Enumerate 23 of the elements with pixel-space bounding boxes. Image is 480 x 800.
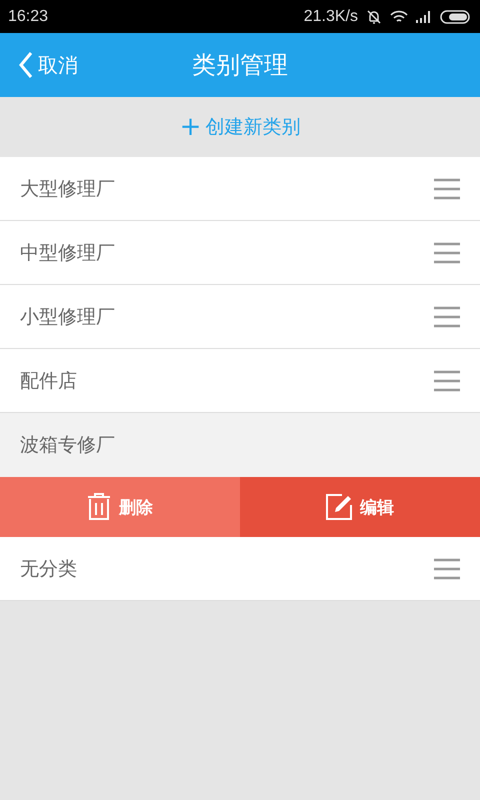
battery-icon	[440, 10, 472, 24]
drag-handle-icon[interactable]	[434, 306, 460, 328]
signal-icon	[416, 10, 432, 22]
category-row[interactable]: 中型修理厂	[0, 221, 480, 285]
drag-handle-icon[interactable]	[434, 242, 460, 264]
drag-handle-icon[interactable]	[434, 370, 460, 392]
category-row[interactable]: 波箱专修厂	[0, 413, 480, 477]
drag-handle-icon[interactable]	[434, 558, 460, 580]
trash-icon	[87, 493, 111, 521]
category-row[interactable]: 配件店	[0, 349, 480, 413]
status-time: 16:23	[8, 8, 48, 26]
edit-button[interactable]: 编辑	[240, 477, 480, 537]
delete-button[interactable]: 删除	[0, 477, 240, 537]
page-title: 类别管理	[192, 50, 288, 81]
category-row[interactable]: 无分类	[0, 537, 480, 601]
network-speed: 21.3K/s	[304, 8, 358, 26]
wifi-icon	[390, 10, 408, 24]
drag-handle-icon[interactable]	[434, 178, 460, 200]
category-row[interactable]: 小型修理厂	[0, 285, 480, 349]
category-row[interactable]: 大型修理厂	[0, 157, 480, 221]
muted-bell-icon	[366, 8, 382, 24]
back-chevron-icon	[18, 51, 34, 79]
pencil-square-icon	[326, 494, 352, 520]
